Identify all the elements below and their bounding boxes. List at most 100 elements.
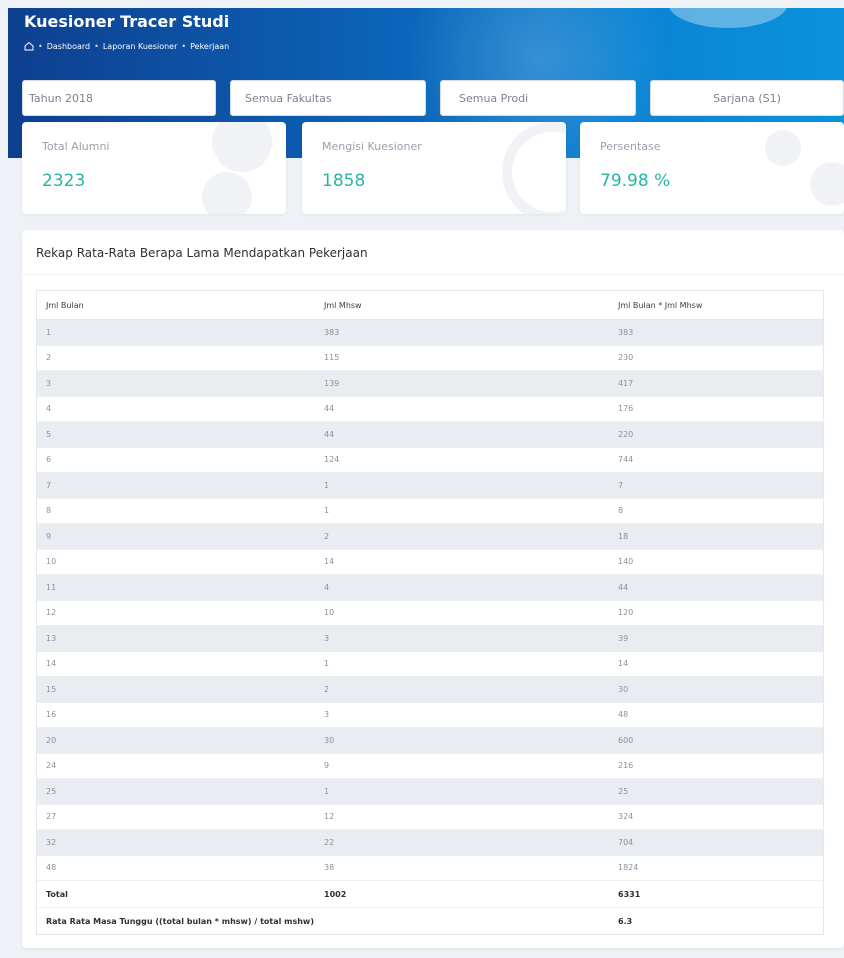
degree-filter[interactable]: Sarjana (S1) [650, 80, 844, 116]
table-cell: 1824 [609, 854, 824, 881]
table-row: 25 1 25 [36, 778, 824, 804]
average-row: Rata Rata Masa Tunggu ((total bulan * mh… [36, 907, 824, 935]
table-cell: 7 [36, 472, 315, 498]
table-cell: 15 [36, 676, 315, 702]
table-cell: Total [36, 880, 315, 908]
table-cell: 7 [609, 472, 824, 498]
table-cell: 2 [315, 523, 609, 549]
home-icon[interactable] [24, 41, 34, 51]
table-cell: 704 [609, 829, 824, 855]
table-cell: 3 [315, 701, 609, 728]
table-cell: 48 [36, 854, 315, 881]
table-cell: 744 [609, 446, 824, 473]
table-row: 10 14 140 [36, 548, 824, 575]
breadcrumb-laporan[interactable]: Laporan Kuesioner [103, 42, 178, 51]
table-row: 15 2 30 [36, 676, 824, 702]
table-row: 1 383 383 [36, 319, 824, 345]
table-cell: 120 [609, 599, 824, 626]
table-cell: 22 [315, 829, 609, 855]
table-cell: 13 [36, 625, 315, 651]
table-cell: 220 [609, 421, 824, 447]
table-row: 13 3 39 [36, 625, 824, 651]
table-cell: 176 [609, 395, 824, 422]
table-cell: 44 [315, 421, 609, 447]
table-cell: 10 [315, 599, 609, 626]
table-cell: 115 [315, 344, 609, 371]
card-decoration [502, 122, 566, 214]
breadcrumb: • Dashboard • Laporan Kuesioner • Pekerj… [24, 41, 229, 51]
table-cell: 44 [315, 395, 609, 422]
table-row: 20 30 600 [36, 727, 824, 753]
table-cell: 38 [315, 854, 609, 881]
table-row: 6 124 744 [36, 446, 824, 473]
table-row: 14 1 14 [36, 650, 824, 677]
table-row: 4 44 176 [36, 395, 824, 422]
stat-value: 1858 [322, 171, 366, 191]
table-cell: 20 [36, 727, 315, 753]
stat-card-mengisi: Mengisi Kuesioner 1858 [302, 122, 566, 214]
table-cell: 1 [315, 650, 609, 677]
table-cell: 1 [36, 319, 315, 345]
table-cell: 14 [315, 548, 609, 575]
table-cell: 6.3 [609, 907, 824, 935]
table-cell: 18 [609, 523, 824, 549]
stat-value: 79.98 % [600, 171, 671, 191]
table-row: 12 10 120 [36, 599, 824, 626]
recap-table: Jml Bulan Jml Mhsw Jml Bulan * Jml Mhsw … [36, 290, 824, 935]
table-cell: 139 [315, 370, 609, 396]
table-cell: 48 [609, 701, 824, 728]
year-filter[interactable]: Tahun 2018 [22, 80, 216, 116]
table-cell: 9 [36, 523, 315, 549]
column-header: Jml Bulan [36, 290, 315, 320]
prodi-filter[interactable]: Semua Prodi [440, 80, 636, 116]
table-row: 5 44 220 [36, 421, 824, 447]
table-cell: 4 [315, 574, 609, 600]
table-row: 11 4 44 [36, 574, 824, 600]
card-decoration [765, 130, 801, 166]
table-row: 717 [36, 472, 824, 498]
table-row: 16 3 48 [36, 701, 824, 728]
total-row: Total 1002 6331 [36, 880, 824, 908]
table-cell: 1 [315, 472, 609, 498]
faculty-filter[interactable]: Semua Fakultas [230, 80, 426, 116]
table-cell: 44 [609, 574, 824, 600]
stat-card-persentase: Persentase 79.98 % [580, 122, 844, 214]
table-cell: 12 [315, 803, 609, 830]
table-row: 9 2 18 [36, 523, 824, 549]
table-cell: 8 [36, 497, 315, 524]
table-cell: 2 [36, 344, 315, 371]
stat-label: Mengisi Kuesioner [322, 140, 422, 153]
recap-panel: Rekap Rata-Rata Berapa Lama Mendapatkan … [22, 230, 844, 948]
table-row: 27 12 324 [36, 803, 824, 830]
table-cell: 417 [609, 370, 824, 396]
table-cell: 1 [315, 497, 609, 524]
header-glow-top [668, 8, 788, 28]
table-cell: 27 [36, 803, 315, 830]
table-cell: 124 [315, 446, 609, 473]
table-cell: 9 [315, 752, 609, 779]
table-cell: 230 [609, 344, 824, 371]
table-cell: 14 [36, 650, 315, 677]
table-cell: 600 [609, 727, 824, 753]
breadcrumb-separator: • [38, 41, 43, 51]
panel-title: Rekap Rata-Rata Berapa Lama Mendapatkan … [36, 246, 368, 260]
table-cell: 10 [36, 548, 315, 575]
card-decoration [810, 162, 844, 206]
breadcrumb-dashboard[interactable]: Dashboard [47, 42, 90, 51]
breadcrumb-separator: • [181, 41, 187, 51]
table-row: 3 139 417 [36, 370, 824, 396]
table-cell: 216 [609, 752, 824, 779]
table-cell: 39 [609, 625, 824, 651]
stat-value: 2323 [42, 171, 86, 191]
table-cell: 140 [609, 548, 824, 575]
table-cell: 3 [315, 625, 609, 651]
table-cell: 8 [609, 497, 824, 524]
table-cell: 30 [315, 727, 609, 753]
table-cell: 25 [36, 778, 315, 804]
panel-divider [22, 274, 844, 275]
table-cell: 4 [36, 395, 315, 422]
card-decoration [202, 172, 252, 214]
column-header: Jml Bulan * Jml Mhsw [609, 290, 824, 320]
table-cell: 30 [609, 676, 824, 702]
table-cell: Rata Rata Masa Tunggu ((total bulan * mh… [36, 907, 609, 935]
